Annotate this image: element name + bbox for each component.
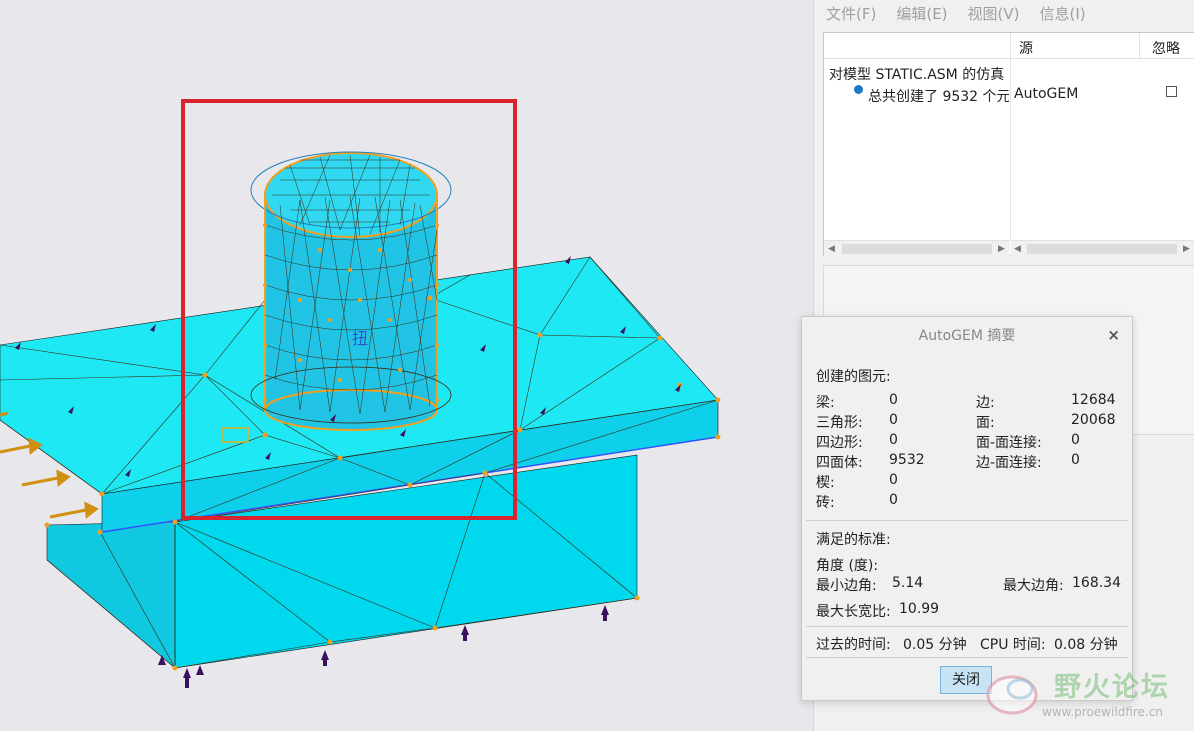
element-label: 砖: — [816, 495, 835, 511]
menu-info[interactable]: 信息(I) — [1040, 3, 1086, 24]
element-value: 0 — [889, 392, 898, 408]
elements-heading: 创建的图元: — [816, 369, 891, 385]
scroll-right-icon[interactable]: ▶ — [1183, 244, 1190, 254]
element-label: 边: — [976, 395, 995, 411]
ignore-checkbox[interactable] — [1166, 86, 1177, 97]
element-label: 四边形: — [816, 435, 863, 451]
dialog-title: AutoGEM 摘要 — [802, 317, 1132, 355]
criteria-heading: 满足的标准: — [816, 532, 891, 548]
load-label: 扭 — [352, 329, 368, 348]
menu-edit[interactable]: 编辑(E) — [896, 3, 947, 24]
header-source[interactable]: 源 — [1019, 38, 1033, 58]
element-value: 0 — [889, 432, 898, 448]
aspect-ratio-label: 最大长宽比: — [816, 604, 891, 620]
element-value: 0 — [1071, 432, 1080, 448]
min-angle-label: 最小边角: — [816, 578, 877, 594]
forum-watermark: 野火论坛 www.proewildfire.cn — [982, 663, 1188, 725]
block-left-face — [46, 521, 176, 669]
element-value: 0 — [1071, 452, 1080, 468]
element-label: 楔: — [816, 475, 835, 491]
element-value: 0 — [889, 472, 898, 488]
horizontal-scrollbar-left[interactable]: ◀ ▶ — [824, 240, 1010, 256]
element-label: 边-面连接: — [976, 455, 1042, 471]
element-value: 0 — [889, 412, 898, 428]
element-value: 12684 — [1071, 392, 1116, 408]
autogem-summary-dialog: AutoGEM 摘要 × 创建的图元: 梁: 0 三角形: 0 四边形: 0 四… — [801, 316, 1133, 701]
element-value: 9532 — [889, 452, 925, 468]
menu-view[interactable]: 视图(V) — [968, 3, 1020, 24]
row-source: AutoGEM — [1014, 86, 1079, 102]
close-icon[interactable]: × — [1107, 326, 1120, 344]
scroll-left-icon[interactable]: ◀ — [1014, 244, 1021, 254]
scroll-left-icon[interactable]: ◀ — [828, 244, 835, 254]
watermark-url: www.proewildfire.cn — [1042, 705, 1163, 719]
elapsed-time-label: 过去的时间: — [816, 637, 891, 653]
element-label: 四面体: — [816, 455, 863, 471]
element-label: 面: — [976, 415, 995, 431]
info-bullet-icon — [854, 85, 863, 94]
mesh-model-graphic: 扭 — [0, 99, 721, 688]
menu-file[interactable]: 文件(F) — [826, 3, 876, 24]
table-row[interactable]: 总共创建了 9532 个元 — [868, 86, 1009, 106]
max-angle-label: 最大边角: — [1003, 578, 1064, 594]
element-label: 面-面连接: — [976, 435, 1042, 451]
min-angle-value: 5.14 — [892, 575, 924, 591]
menu-bar: 文件(F) 编辑(E) 视图(V) 信息(I) — [814, 0, 1194, 26]
watermark-text: 野火论坛 — [1054, 672, 1170, 703]
cpu-time-label: CPU 时间: — [980, 637, 1046, 653]
cpu-time-value: 0.08 分钟 — [1054, 637, 1118, 653]
header-ignore[interactable]: 忽略 — [1152, 38, 1180, 58]
element-value: 0 — [889, 492, 898, 508]
max-angle-value: 168.34 — [1072, 575, 1121, 591]
horizontal-scrollbar-right[interactable]: ◀ ▶ — [1011, 240, 1194, 256]
message-table: 源 忽略 对模型 STATIC.ASM 的仿真 总共创建了 9532 个元 Au… — [823, 32, 1194, 256]
elapsed-time-value: 0.05 分钟 — [903, 637, 967, 653]
table-row[interactable]: 对模型 STATIC.ASM 的仿真 — [829, 64, 1009, 84]
scroll-right-icon[interactable]: ▶ — [998, 244, 1005, 254]
aspect-ratio-value: 10.99 — [899, 601, 940, 617]
element-label: 梁: — [816, 395, 835, 411]
angle-heading: 角度 (度): — [816, 558, 879, 574]
element-label: 三角形: — [816, 415, 863, 431]
element-value: 20068 — [1071, 412, 1116, 428]
